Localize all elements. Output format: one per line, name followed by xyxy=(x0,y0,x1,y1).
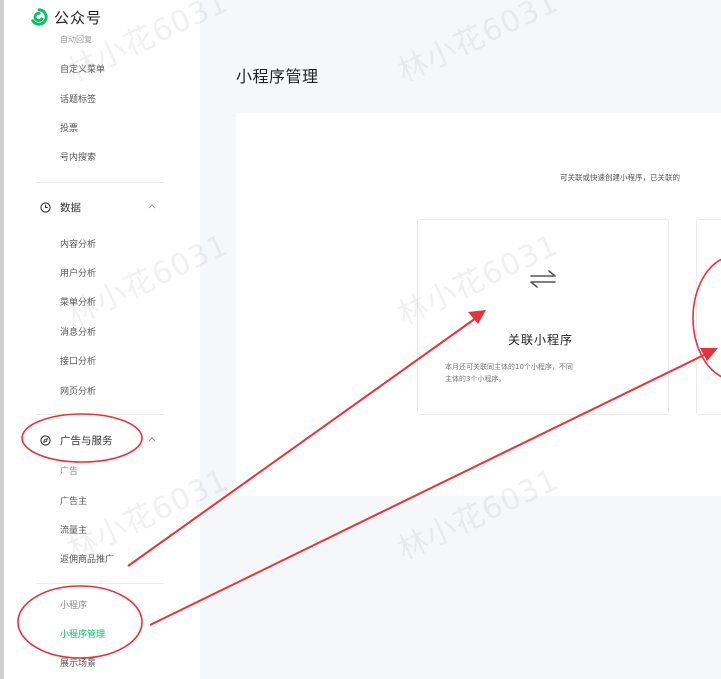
sidebar-item-topic-tags[interactable]: 话题标签 xyxy=(60,94,96,106)
sidebar-item-user-analysis[interactable]: 用户分析 xyxy=(60,268,96,280)
create-mini-program-card[interactable] xyxy=(696,219,721,415)
sidebar-item-advertiser[interactable]: 广告主 xyxy=(60,496,87,508)
sidebar-item-traffic-master[interactable]: 流量主 xyxy=(60,525,87,537)
sidebar-section-ads-label: 广告与服务 xyxy=(60,435,113,447)
sidebar-item-ads[interactable]: 广告 xyxy=(60,466,78,478)
card-subtitle-line: 本月还可关联同主体的10个小程序，不同 xyxy=(445,363,573,371)
sidebar-section-data-label: 数据 xyxy=(60,202,81,214)
sidebar-item-vote[interactable]: 投票 xyxy=(60,123,78,135)
sidebar-item-content-analysis[interactable]: 内容分析 xyxy=(60,239,96,251)
page-title: 小程序管理 xyxy=(236,67,319,86)
sidebar-item-custom-menu[interactable]: 自定义菜单 xyxy=(60,64,105,76)
sidebar-item-message-analysis[interactable]: 消息分析 xyxy=(60,327,96,339)
app-name: 公众号 xyxy=(54,8,103,27)
sidebar-item-in-account-search[interactable]: 号内搜索 xyxy=(60,152,96,164)
sidebar-item-mini-program-manage[interactable]: 小程序管理 xyxy=(60,629,105,641)
link-mini-program-card[interactable] xyxy=(417,219,669,415)
clock-icon xyxy=(40,202,51,213)
chevron-up-icon[interactable] xyxy=(148,202,156,210)
sidebar-item-auto-reply[interactable]: 自动回复 xyxy=(60,34,92,46)
sidebar-item-api-analysis[interactable]: 接口分析 xyxy=(60,356,96,368)
divider xyxy=(36,583,164,584)
sidebar-item-mini-program[interactable]: 小程序 xyxy=(60,600,87,612)
logo[interactable]: 公众号 xyxy=(30,6,102,28)
sidebar-item-rebate-promotion[interactable]: 返佣商品推广 xyxy=(60,554,114,566)
sidebar-item-display-scene[interactable]: 展示场景 xyxy=(60,658,96,670)
sidebar-section-ads[interactable]: 广告与服务 xyxy=(40,433,113,448)
sidebar-item-menu-analysis[interactable]: 菜单分析 xyxy=(60,297,96,309)
card-title: 关联小程序 xyxy=(508,333,574,347)
page-description: 可关联或快速创建小程序，已关联的 xyxy=(560,173,680,182)
watermark: 林小花6031 xyxy=(392,0,565,90)
sidebar: 公众号 自动回复 自定义菜单 话题标签 投票 号内搜索 数据 内容分析 用户分析… xyxy=(0,0,200,679)
swap-arrows-icon xyxy=(530,270,556,288)
divider xyxy=(36,414,164,415)
sidebar-item-web-analysis[interactable]: 网页分析 xyxy=(60,386,96,398)
card-subtitle-line: 主体的3个小程序。 xyxy=(445,375,506,383)
sidebar-section-data[interactable]: 数据 xyxy=(40,200,81,215)
card-subtitle: 本月还可关联同主体的10个小程序，不同 主体的3个小程序。 xyxy=(445,361,645,385)
logo-icon xyxy=(31,8,48,26)
chevron-up-icon[interactable] xyxy=(148,435,156,443)
compass-icon xyxy=(40,435,51,446)
divider xyxy=(36,182,164,183)
